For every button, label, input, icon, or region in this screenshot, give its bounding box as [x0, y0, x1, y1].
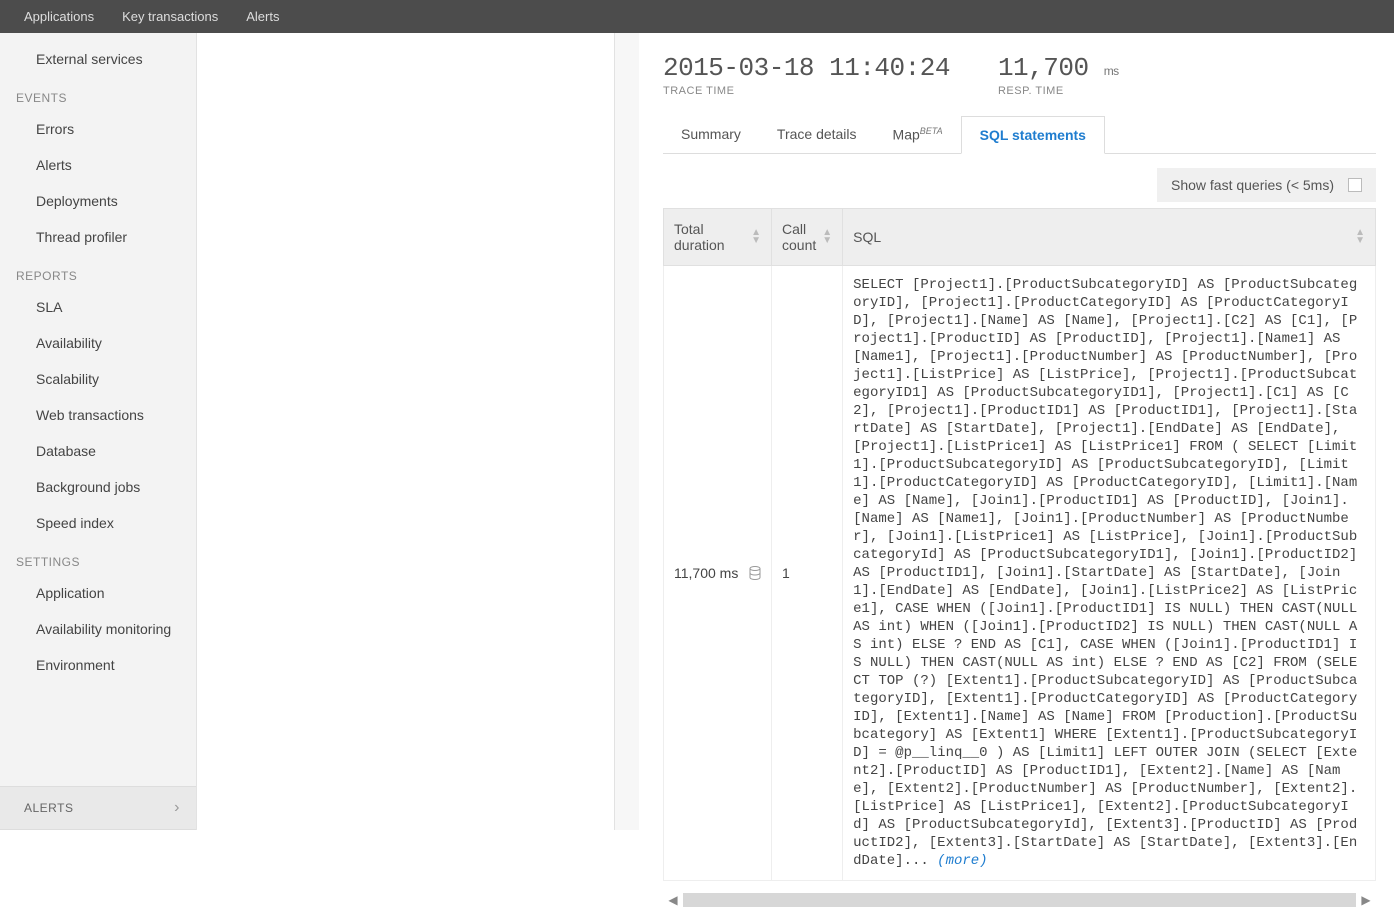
sidebar-section-events: EVENTS [0, 77, 196, 111]
sort-icon: ▲▼ [751, 229, 761, 245]
sidebar-item-environment[interactable]: Environment [0, 647, 196, 683]
tab-map-label: Map [893, 127, 920, 143]
tab-trace-details[interactable]: Trace details [759, 116, 875, 154]
sidebar-section-settings: SETTINGS [0, 541, 196, 575]
more-link[interactable]: (more) [937, 853, 987, 869]
sql-table: Total duration ▲▼ Call count ▲▼ [663, 208, 1376, 881]
sidebar-section-reports: REPORTS [0, 255, 196, 289]
sidebar-item-database[interactable]: Database [0, 433, 196, 469]
sidebar-item-sla[interactable]: SLA [0, 289, 196, 325]
sidebar-item-alerts[interactable]: Alerts [0, 147, 196, 183]
resp-value: 11,700 [998, 53, 1089, 83]
chevron-right-icon: › [174, 799, 180, 817]
table-row: 11,700 ms 1 SELECT [Project1].[ProductSu… [664, 266, 1376, 881]
middle-column [197, 33, 615, 830]
sql-text: SELECT [Project1].[ProductSubcategoryID]… [853, 277, 1357, 869]
tab-sql-statements[interactable]: SQL statements [961, 116, 1105, 154]
sidebar-item-availability-monitoring[interactable]: Availability monitoring [0, 611, 196, 647]
tab-map[interactable]: MapBETA [875, 116, 961, 154]
resp-unit: ms [1104, 64, 1119, 78]
sidebar-item-background-jobs[interactable]: Background jobs [0, 469, 196, 505]
database-icon[interactable] [749, 566, 761, 580]
tab-summary[interactable]: Summary [663, 116, 759, 154]
sidebar-item-scalability[interactable]: Scalability [0, 361, 196, 397]
col-callcount-label: Call count [782, 221, 816, 253]
fast-queries-label: Show fast queries (< 5ms) [1171, 177, 1334, 193]
trace-time-label: TRACE TIME [663, 85, 950, 97]
sidebar-footer-label: ALERTS [24, 801, 73, 815]
sort-icon: ▲▼ [1355, 229, 1365, 245]
sidebar-item-external-services[interactable]: External services [0, 41, 196, 77]
sidebar: External services EVENTS Errors Alerts D… [0, 33, 197, 830]
col-sql-label: SQL [853, 229, 881, 245]
topnav-key-transactions[interactable]: Key transactions [108, 0, 232, 33]
scroll-right-icon[interactable]: ▶ [1356, 893, 1376, 907]
resp-time-label: RESP. TIME [998, 85, 1119, 97]
sidebar-item-thread-profiler[interactable]: Thread profiler [0, 219, 196, 255]
cell-sql: SELECT [Project1].[ProductSubcategoryID]… [843, 266, 1376, 881]
resp-time-block: 11,700 ms RESP. TIME [998, 53, 1119, 97]
fast-queries-row: Show fast queries (< 5ms) [663, 168, 1376, 202]
trace-time-value: 2015-03-18 11:40:24 [663, 53, 950, 83]
topnav-alerts[interactable]: Alerts [232, 0, 293, 33]
cell-call-count: 1 [772, 266, 843, 881]
cell-duration: 11,700 ms [664, 266, 772, 881]
trace-header: 2015-03-18 11:40:24 TRACE TIME 11,700 ms… [663, 53, 1376, 97]
sidebar-item-application[interactable]: Application [0, 575, 196, 611]
right-column: 2015-03-18 11:40:24 TRACE TIME 11,700 ms… [615, 33, 1394, 830]
sidebar-footer-alerts[interactable]: ALERTS › [0, 786, 196, 830]
scroll-left-icon[interactable]: ◀ [663, 893, 683, 907]
topnav-applications[interactable]: Applications [10, 0, 108, 33]
sidebar-item-deployments[interactable]: Deployments [0, 183, 196, 219]
col-call-count[interactable]: Call count ▲▼ [772, 209, 843, 266]
trace-tabs: Summary Trace details MapBETA SQL statem… [663, 115, 1376, 154]
top-nav: Applications Key transactions Alerts [0, 0, 1394, 33]
sort-icon: ▲▼ [822, 229, 832, 245]
trace-panel: 2015-03-18 11:40:24 TRACE TIME 11,700 ms… [639, 33, 1394, 830]
col-sql[interactable]: SQL ▲▼ [843, 209, 1376, 266]
scroll-track[interactable] [683, 893, 1356, 907]
sidebar-item-speed-index[interactable]: Speed index [0, 505, 196, 541]
checkbox-icon[interactable] [1348, 178, 1362, 192]
duration-value: 11,700 ms [674, 565, 738, 581]
col-total-duration[interactable]: Total duration ▲▼ [664, 209, 772, 266]
sidebar-item-errors[interactable]: Errors [0, 111, 196, 147]
fast-queries-toggle[interactable]: Show fast queries (< 5ms) [1157, 168, 1376, 202]
sidebar-item-availability[interactable]: Availability [0, 325, 196, 361]
sidebar-item-web-transactions[interactable]: Web transactions [0, 397, 196, 433]
trace-time-block: 2015-03-18 11:40:24 TRACE TIME [663, 53, 950, 97]
horizontal-scrollbar[interactable]: ◀ ▶ [663, 893, 1376, 907]
resp-time-value: 11,700 ms [998, 53, 1119, 83]
col-duration-label: Total duration [674, 221, 745, 253]
beta-badge: BETA [920, 126, 943, 136]
